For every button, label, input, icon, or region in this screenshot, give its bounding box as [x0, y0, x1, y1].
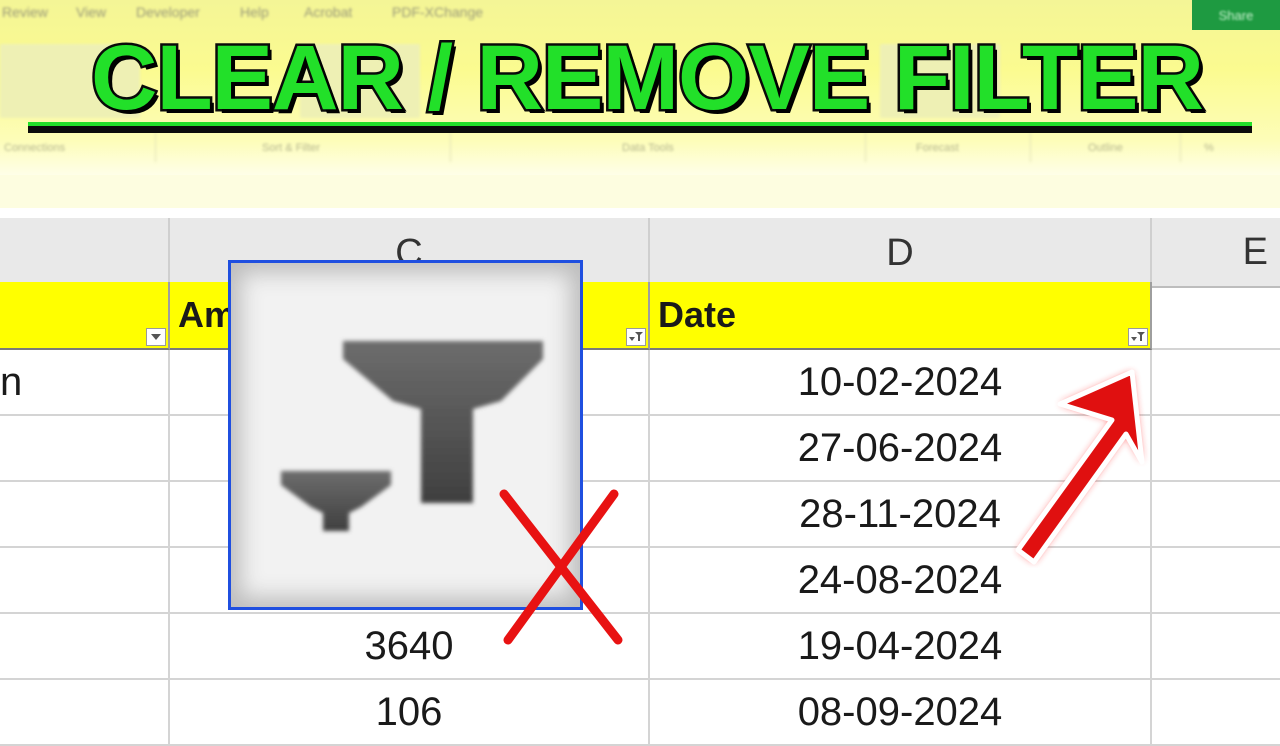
table-cell-b[interactable]	[0, 680, 170, 746]
table-cell-b-value: n	[0, 359, 23, 404]
menu-pdf-xchange[interactable]: PDF-XChange	[392, 4, 483, 20]
group-data-tools: Data Tools	[622, 142, 674, 154]
header-text-date: Date	[658, 294, 737, 335]
column-header-e[interactable]: E	[1152, 218, 1280, 288]
table-cell-b[interactable]	[0, 548, 170, 614]
table-cell-e[interactable]	[1152, 614, 1280, 680]
share-button[interactable]: Share	[1192, 0, 1280, 30]
menu-help[interactable]: Help	[240, 4, 269, 20]
table-cell-date-value: 08-09-2024	[797, 689, 1003, 734]
filter-active-icon	[1131, 332, 1145, 341]
menu-view[interactable]: View	[76, 4, 106, 20]
table-cell-e[interactable]	[1152, 680, 1280, 746]
ribbon-group-labels: Connections Sort & Filter Data Tools For…	[0, 142, 1280, 164]
column-header-b[interactable]	[0, 218, 170, 290]
table-cell-amount-value: 3640	[364, 623, 454, 668]
table-cell-date-value: 19-04-2024	[797, 623, 1003, 668]
column-letter-d: D	[886, 231, 914, 274]
table-cell-b[interactable]	[0, 614, 170, 680]
filter-dropdown-amount[interactable]	[626, 328, 646, 346]
table-cell-b[interactable]	[0, 416, 170, 482]
share-label: Share	[1218, 7, 1254, 23]
ribbon-menu: Review View Developer Help Acrobat PDF-X…	[0, 4, 1280, 26]
table-cell-e[interactable]	[1152, 548, 1280, 614]
menu-acrobat[interactable]: Acrobat	[304, 4, 352, 20]
table-cell-date-value: 24-08-2024	[797, 557, 1003, 602]
table-cell-date-value: 10-02-2024	[797, 359, 1003, 404]
table-cell-e[interactable]	[1152, 350, 1280, 416]
column-letter-e: E	[1242, 230, 1268, 273]
table-cell-date-value: 27-06-2024	[797, 425, 1003, 470]
group-outline: Outline	[1088, 142, 1123, 154]
group-forecast: Forecast	[916, 142, 959, 154]
filter-dropdown-b[interactable]	[146, 328, 166, 346]
table-cell-amount-value: 106	[375, 689, 443, 734]
table-cell-date[interactable]: 19-04-2024	[650, 614, 1152, 680]
header-cell-e[interactable]	[1152, 282, 1280, 350]
group-connections: Connections	[4, 142, 66, 154]
table-cell-e[interactable]	[1152, 482, 1280, 548]
menu-developer[interactable]: Developer	[136, 4, 200, 20]
table-cell-b[interactable]	[0, 482, 170, 548]
chevron-down-icon	[151, 334, 161, 340]
group-sort-filter: Sort & Filter	[262, 142, 321, 154]
menu-review[interactable]: Review	[2, 4, 48, 20]
title-underline	[28, 122, 1252, 133]
table-cell-amount[interactable]: 106	[170, 680, 650, 746]
header-cell-b[interactable]	[0, 282, 170, 350]
group-extra: %	[1204, 142, 1214, 154]
column-header-d[interactable]: D	[650, 218, 1152, 290]
table-cell-date[interactable]: 08-09-2024	[650, 680, 1152, 746]
table-cell-b[interactable]: n	[0, 350, 170, 416]
red-arrow-icon	[1015, 369, 1145, 565]
header-cell-date[interactable]: Date	[650, 282, 1152, 350]
table-cell-e[interactable]	[1152, 416, 1280, 482]
red-x-icon	[499, 489, 623, 645]
video-title: CLEAR / REMOVE FILTER	[89, 26, 1207, 131]
table-cell-date-value: 28-11-2024	[799, 491, 1001, 536]
filter-dropdown-date[interactable]	[1128, 328, 1148, 346]
filter-active-icon	[629, 332, 643, 341]
